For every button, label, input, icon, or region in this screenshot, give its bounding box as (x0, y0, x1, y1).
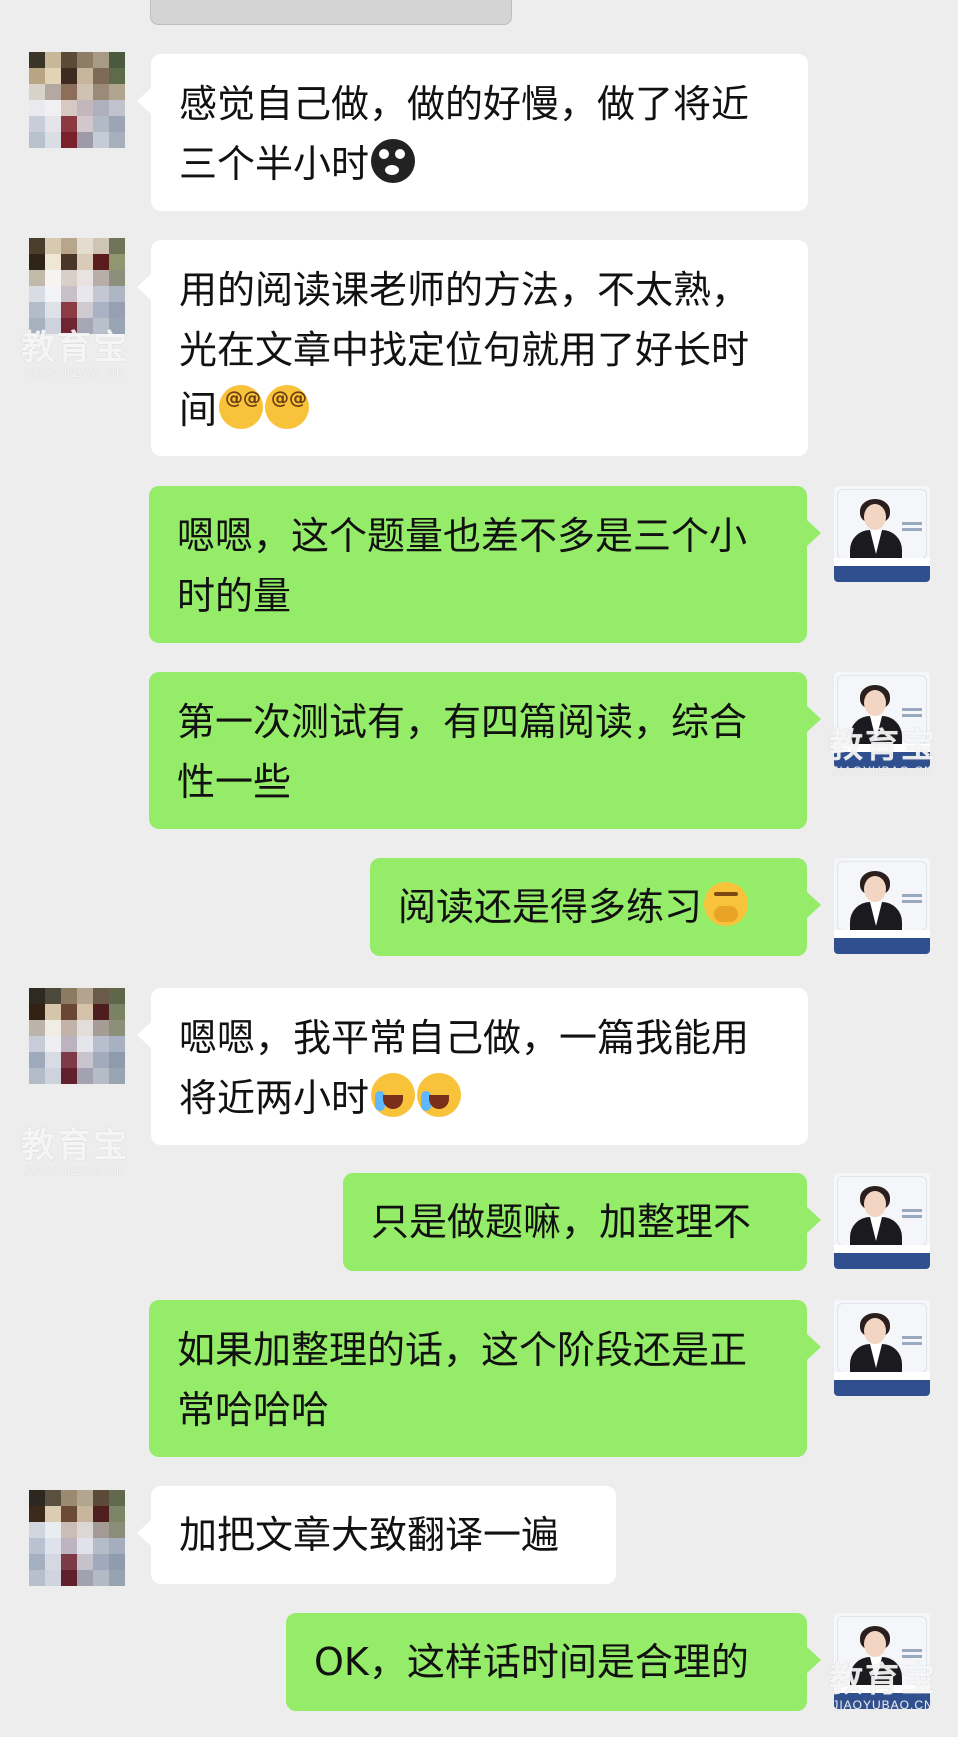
message-text: 阅读还是得多练习 (398, 885, 703, 929)
message-bubble[interactable]: 只是做题嘛，加整理不 (343, 1173, 821, 1271)
avatar-face (864, 1191, 886, 1217)
message-bubble[interactable]: 第一次测试有，有四篇阅读，综合性一些 (149, 672, 821, 829)
message-text: 感觉自己做，做的好慢，做了将近三个半小时 (179, 82, 750, 186)
avatar-stripe (834, 1372, 930, 1380)
avatar-caption (902, 1336, 922, 1339)
message-bubble[interactable]: 阅读还是得多练习 (370, 858, 821, 956)
watermark: 教育宝 JIAOYUBAO.CN (20, 1128, 130, 1178)
dizzy-face-emoji-icon (265, 385, 310, 429)
message-text: OK，这样话时间是合理的 (314, 1640, 749, 1684)
avatar-banner (834, 1380, 930, 1396)
avatar-stripe (834, 930, 930, 938)
user-avatar[interactable] (29, 238, 125, 334)
message-text: 嗯嗯，这个题量也差不多是三个小时的量 (177, 514, 748, 618)
watermark-domain: JIAOYUBAO.CN (24, 366, 126, 380)
avatar-caption (902, 522, 922, 525)
teacher-avatar[interactable] (834, 1300, 930, 1396)
message-text: 第一次测试有，有四篇阅读，综合性一些 (177, 700, 748, 804)
avatar-banner (834, 566, 930, 582)
crying-face-emoji-icon (371, 1073, 416, 1117)
user-avatar[interactable] (29, 988, 125, 1084)
message-text: 如果加整理的话，这个阶段还是正常哈哈哈 (177, 1328, 748, 1432)
avatar-caption (902, 1649, 922, 1652)
watermark-domain: JIAOYUBAO.CN (832, 1698, 934, 1712)
message-text: 嗯嗯，我平常自己做，一篇我能用将近两小时 (179, 1016, 750, 1120)
user-avatar[interactable] (29, 52, 125, 148)
hand-over-mouth-emoji-icon (704, 882, 749, 926)
avatar-stripe (834, 558, 930, 566)
watermark: 教育宝 JIAOYUBAO.CN (20, 330, 130, 380)
message-text: 加把文章大致翻译一遍 (179, 1513, 560, 1557)
avatar-caption (902, 1209, 922, 1212)
watermark-domain: JIAOYUBAO.CN (832, 764, 934, 778)
avatar-face (864, 1631, 886, 1657)
avatar-banner (834, 1253, 930, 1269)
watermark-brand: 教育宝 (21, 329, 129, 367)
message-bubble[interactable]: 加把文章大致翻译一遍 (137, 1486, 616, 1584)
avatar-face (864, 690, 886, 716)
message-bubble[interactable]: OK，这样话时间是合理的 (286, 1613, 821, 1711)
watermark: 教育宝 JIAOYUBAO.CN (828, 1662, 938, 1712)
message-text: 只是做题嘛，加整理不 (371, 1200, 752, 1244)
avatar-face (864, 876, 886, 902)
message-bubble[interactable]: 用的阅读课老师的方法，不太熟，光在文章中找定位句就用了好长时间 (137, 240, 808, 456)
teacher-avatar[interactable] (834, 858, 930, 954)
crying-face-emoji-icon (417, 1073, 462, 1117)
avatar-face (864, 1318, 886, 1344)
shocked-crying-emoji-icon (371, 139, 416, 183)
watermark-brand: 教育宝 (829, 727, 937, 765)
watermark: 教育宝 JIAOYUBAO.CN (828, 728, 938, 778)
watermark-brand: 教育宝 (21, 1127, 129, 1165)
previous-message-bubble (150, 0, 512, 25)
teacher-avatar[interactable] (834, 1173, 930, 1269)
dizzy-face-emoji-icon (219, 385, 264, 429)
watermark-brand: 教育宝 (829, 1661, 937, 1699)
message-bubble[interactable]: 嗯嗯，这个题量也差不多是三个小时的量 (149, 486, 821, 643)
avatar-stripe (834, 1245, 930, 1253)
avatar-banner (834, 938, 930, 954)
message-bubble[interactable]: 如果加整理的话，这个阶段还是正常哈哈哈 (149, 1300, 821, 1457)
message-bubble[interactable]: 嗯嗯，我平常自己做，一篇我能用将近两小时 (137, 988, 808, 1145)
message-bubble[interactable]: 感觉自己做，做的好慢，做了将近三个半小时 (137, 54, 808, 211)
user-avatar[interactable] (29, 1490, 125, 1586)
avatar-caption (902, 894, 922, 897)
teacher-avatar[interactable] (834, 486, 930, 582)
avatar-caption (902, 708, 922, 711)
watermark-domain: JIAOYUBAO.CN (24, 1164, 126, 1178)
avatar-face (864, 504, 886, 530)
